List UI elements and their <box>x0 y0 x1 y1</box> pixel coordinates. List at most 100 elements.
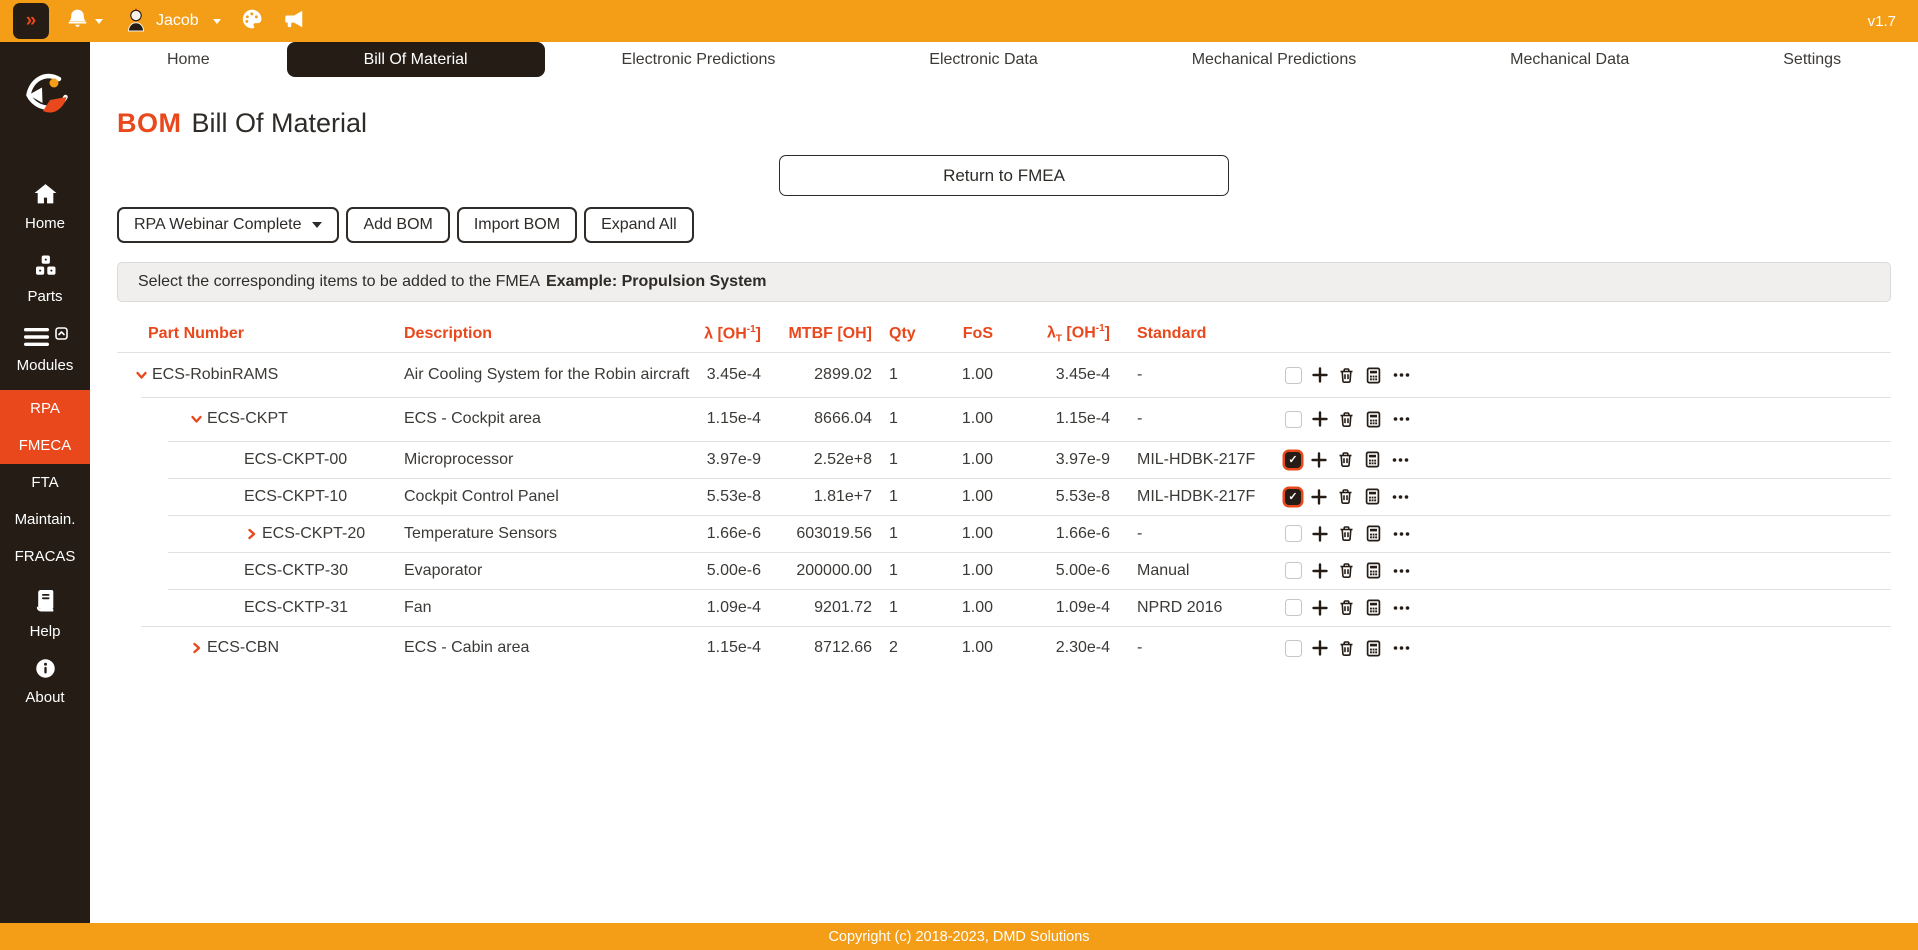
sidebar-item-fmeca[interactable]: FMECA <box>0 427 90 464</box>
description-cell: Cockpit Control Panel <box>404 488 677 506</box>
tab-bill-of-material[interactable]: Bill Of Material <box>287 42 545 77</box>
calculator-icon[interactable] <box>1364 451 1381 468</box>
trash-icon[interactable] <box>1338 562 1355 579</box>
plus-icon[interactable] <box>1312 600 1328 616</box>
plus-icon[interactable] <box>1311 452 1327 468</box>
tab-mechanical-data[interactable]: Mechanical Data <box>1433 42 1706 77</box>
chevron-right-icon[interactable] <box>189 641 207 655</box>
row-checkbox[interactable] <box>1285 525 1302 542</box>
plus-icon[interactable] <box>1312 640 1328 656</box>
import-bom-button[interactable]: Import BOM <box>457 207 577 243</box>
calculator-icon[interactable] <box>1365 599 1382 616</box>
user-menu[interactable]: Jacob <box>123 6 221 37</box>
tab-bar: Home Bill Of Material Electronic Predict… <box>90 42 1918 77</box>
part-number-cell: ECS-CKPT-20 <box>117 525 404 543</box>
sidebar-item-parts[interactable]: Parts <box>0 248 90 311</box>
trash-icon[interactable] <box>1337 451 1354 468</box>
tab-electronic-predictions[interactable]: Electronic Predictions <box>545 42 853 77</box>
qty-cell: 1 <box>872 366 947 384</box>
import-bom-label: Import BOM <box>474 216 560 234</box>
description-cell: Microprocessor <box>404 451 677 469</box>
plus-icon[interactable] <box>1311 489 1327 505</box>
tab-label: Bill Of Material <box>364 51 468 69</box>
row-actions <box>1277 640 1452 657</box>
calculator-icon[interactable] <box>1365 640 1382 657</box>
row-checkbox[interactable] <box>1285 452 1301 468</box>
plus-icon[interactable] <box>1312 563 1328 579</box>
row-actions <box>1277 451 1452 468</box>
modules-icon <box>23 327 50 352</box>
notifications-button[interactable] <box>67 8 103 34</box>
add-bom-label: Add BOM <box>363 216 432 234</box>
sidebar-collapse-button[interactable]: » <box>13 3 49 39</box>
mtbf-cell: 9201.72 <box>761 599 872 617</box>
sidebar-item-about[interactable]: About <box>0 652 90 712</box>
trash-icon[interactable] <box>1338 367 1355 384</box>
plus-icon[interactable] <box>1312 526 1328 542</box>
ellipsis-icon[interactable] <box>1391 455 1410 465</box>
calculator-icon[interactable] <box>1365 411 1382 428</box>
fmea-notice-banner: Select the corresponding items to be add… <box>117 262 1891 302</box>
calculator-icon[interactable] <box>1364 488 1381 505</box>
tab-label: Mechanical Data <box>1510 51 1629 69</box>
chevron-down-icon[interactable] <box>134 368 152 382</box>
row-actions <box>1277 411 1452 428</box>
lambda-cell: 3.97e-9 <box>677 451 761 469</box>
row-checkbox[interactable] <box>1285 489 1301 505</box>
header-mtbf: MTBF [OH] <box>761 325 872 343</box>
announcements-button[interactable] <box>283 8 305 35</box>
lambda-cell: 5.53e-8 <box>677 488 761 506</box>
sidebar-item-home[interactable]: Home <box>0 177 90 238</box>
tab-settings[interactable]: Settings <box>1706 42 1918 77</box>
palette-icon <box>241 8 263 35</box>
notice-fmea-name: Example: Propulsion System <box>546 273 767 291</box>
notice-text: Select the corresponding items to be add… <box>138 273 540 291</box>
sidebar-item-fracas[interactable]: FRACAS <box>0 538 90 575</box>
trash-icon[interactable] <box>1338 640 1355 657</box>
standard-cell: - <box>1110 525 1277 543</box>
trash-icon[interactable] <box>1338 525 1355 542</box>
ellipsis-icon[interactable] <box>1392 603 1411 613</box>
chevron-right-icon[interactable] <box>244 527 262 541</box>
calculator-icon[interactable] <box>1365 367 1382 384</box>
chevron-down-icon[interactable] <box>189 412 207 426</box>
ellipsis-icon[interactable] <box>1392 643 1411 653</box>
lambda-cell: 1.66e-6 <box>677 525 761 543</box>
row-checkbox[interactable] <box>1285 599 1302 616</box>
ellipsis-icon[interactable] <box>1391 492 1410 502</box>
calculator-icon[interactable] <box>1365 525 1382 542</box>
plus-icon[interactable] <box>1312 367 1328 383</box>
calculator-icon[interactable] <box>1365 562 1382 579</box>
sidebar-item-modules[interactable]: Modules <box>0 321 90 380</box>
sidebar-item-rpa[interactable]: RPA <box>0 390 90 427</box>
sidebar-item-fta[interactable]: FTA <box>0 464 90 501</box>
row-checkbox[interactable] <box>1285 411 1302 428</box>
module-link-label: Maintain. <box>15 511 76 528</box>
sidebar-item-maintain[interactable]: Maintain. <box>0 501 90 538</box>
expand-all-label: Expand All <box>601 216 677 234</box>
ellipsis-icon[interactable] <box>1392 529 1411 539</box>
ellipsis-icon[interactable] <box>1392 414 1411 424</box>
tab-home[interactable]: Home <box>90 42 287 77</box>
row-checkbox[interactable] <box>1285 367 1302 384</box>
theme-button[interactable] <box>241 8 263 35</box>
bom-selector-dropdown[interactable]: RPA Webinar Complete <box>117 207 339 243</box>
row-checkbox[interactable] <box>1285 640 1302 657</box>
tab-mechanical-predictions[interactable]: Mechanical Predictions <box>1115 42 1433 77</box>
trash-icon[interactable] <box>1338 411 1355 428</box>
plus-icon[interactable] <box>1312 411 1328 427</box>
trash-icon[interactable] <box>1338 599 1355 616</box>
return-to-fmea-button[interactable]: Return to FMEA <box>779 155 1229 196</box>
add-bom-button[interactable]: Add BOM <box>346 207 449 243</box>
fos-cell: 1.00 <box>947 410 993 428</box>
row-checkbox[interactable] <box>1285 562 1302 579</box>
sidebar-item-help[interactable]: Help <box>0 583 90 646</box>
description-cell: Temperature Sensors <box>404 525 677 543</box>
expand-all-button[interactable]: Expand All <box>584 207 694 243</box>
tab-electronic-data[interactable]: Electronic Data <box>852 42 1114 77</box>
ellipsis-icon[interactable] <box>1392 370 1411 380</box>
standard-cell: MIL-HDBK-217F <box>1110 451 1277 469</box>
trash-icon[interactable] <box>1337 488 1354 505</box>
mtbf-cell: 8666.04 <box>761 410 872 428</box>
ellipsis-icon[interactable] <box>1392 566 1411 576</box>
